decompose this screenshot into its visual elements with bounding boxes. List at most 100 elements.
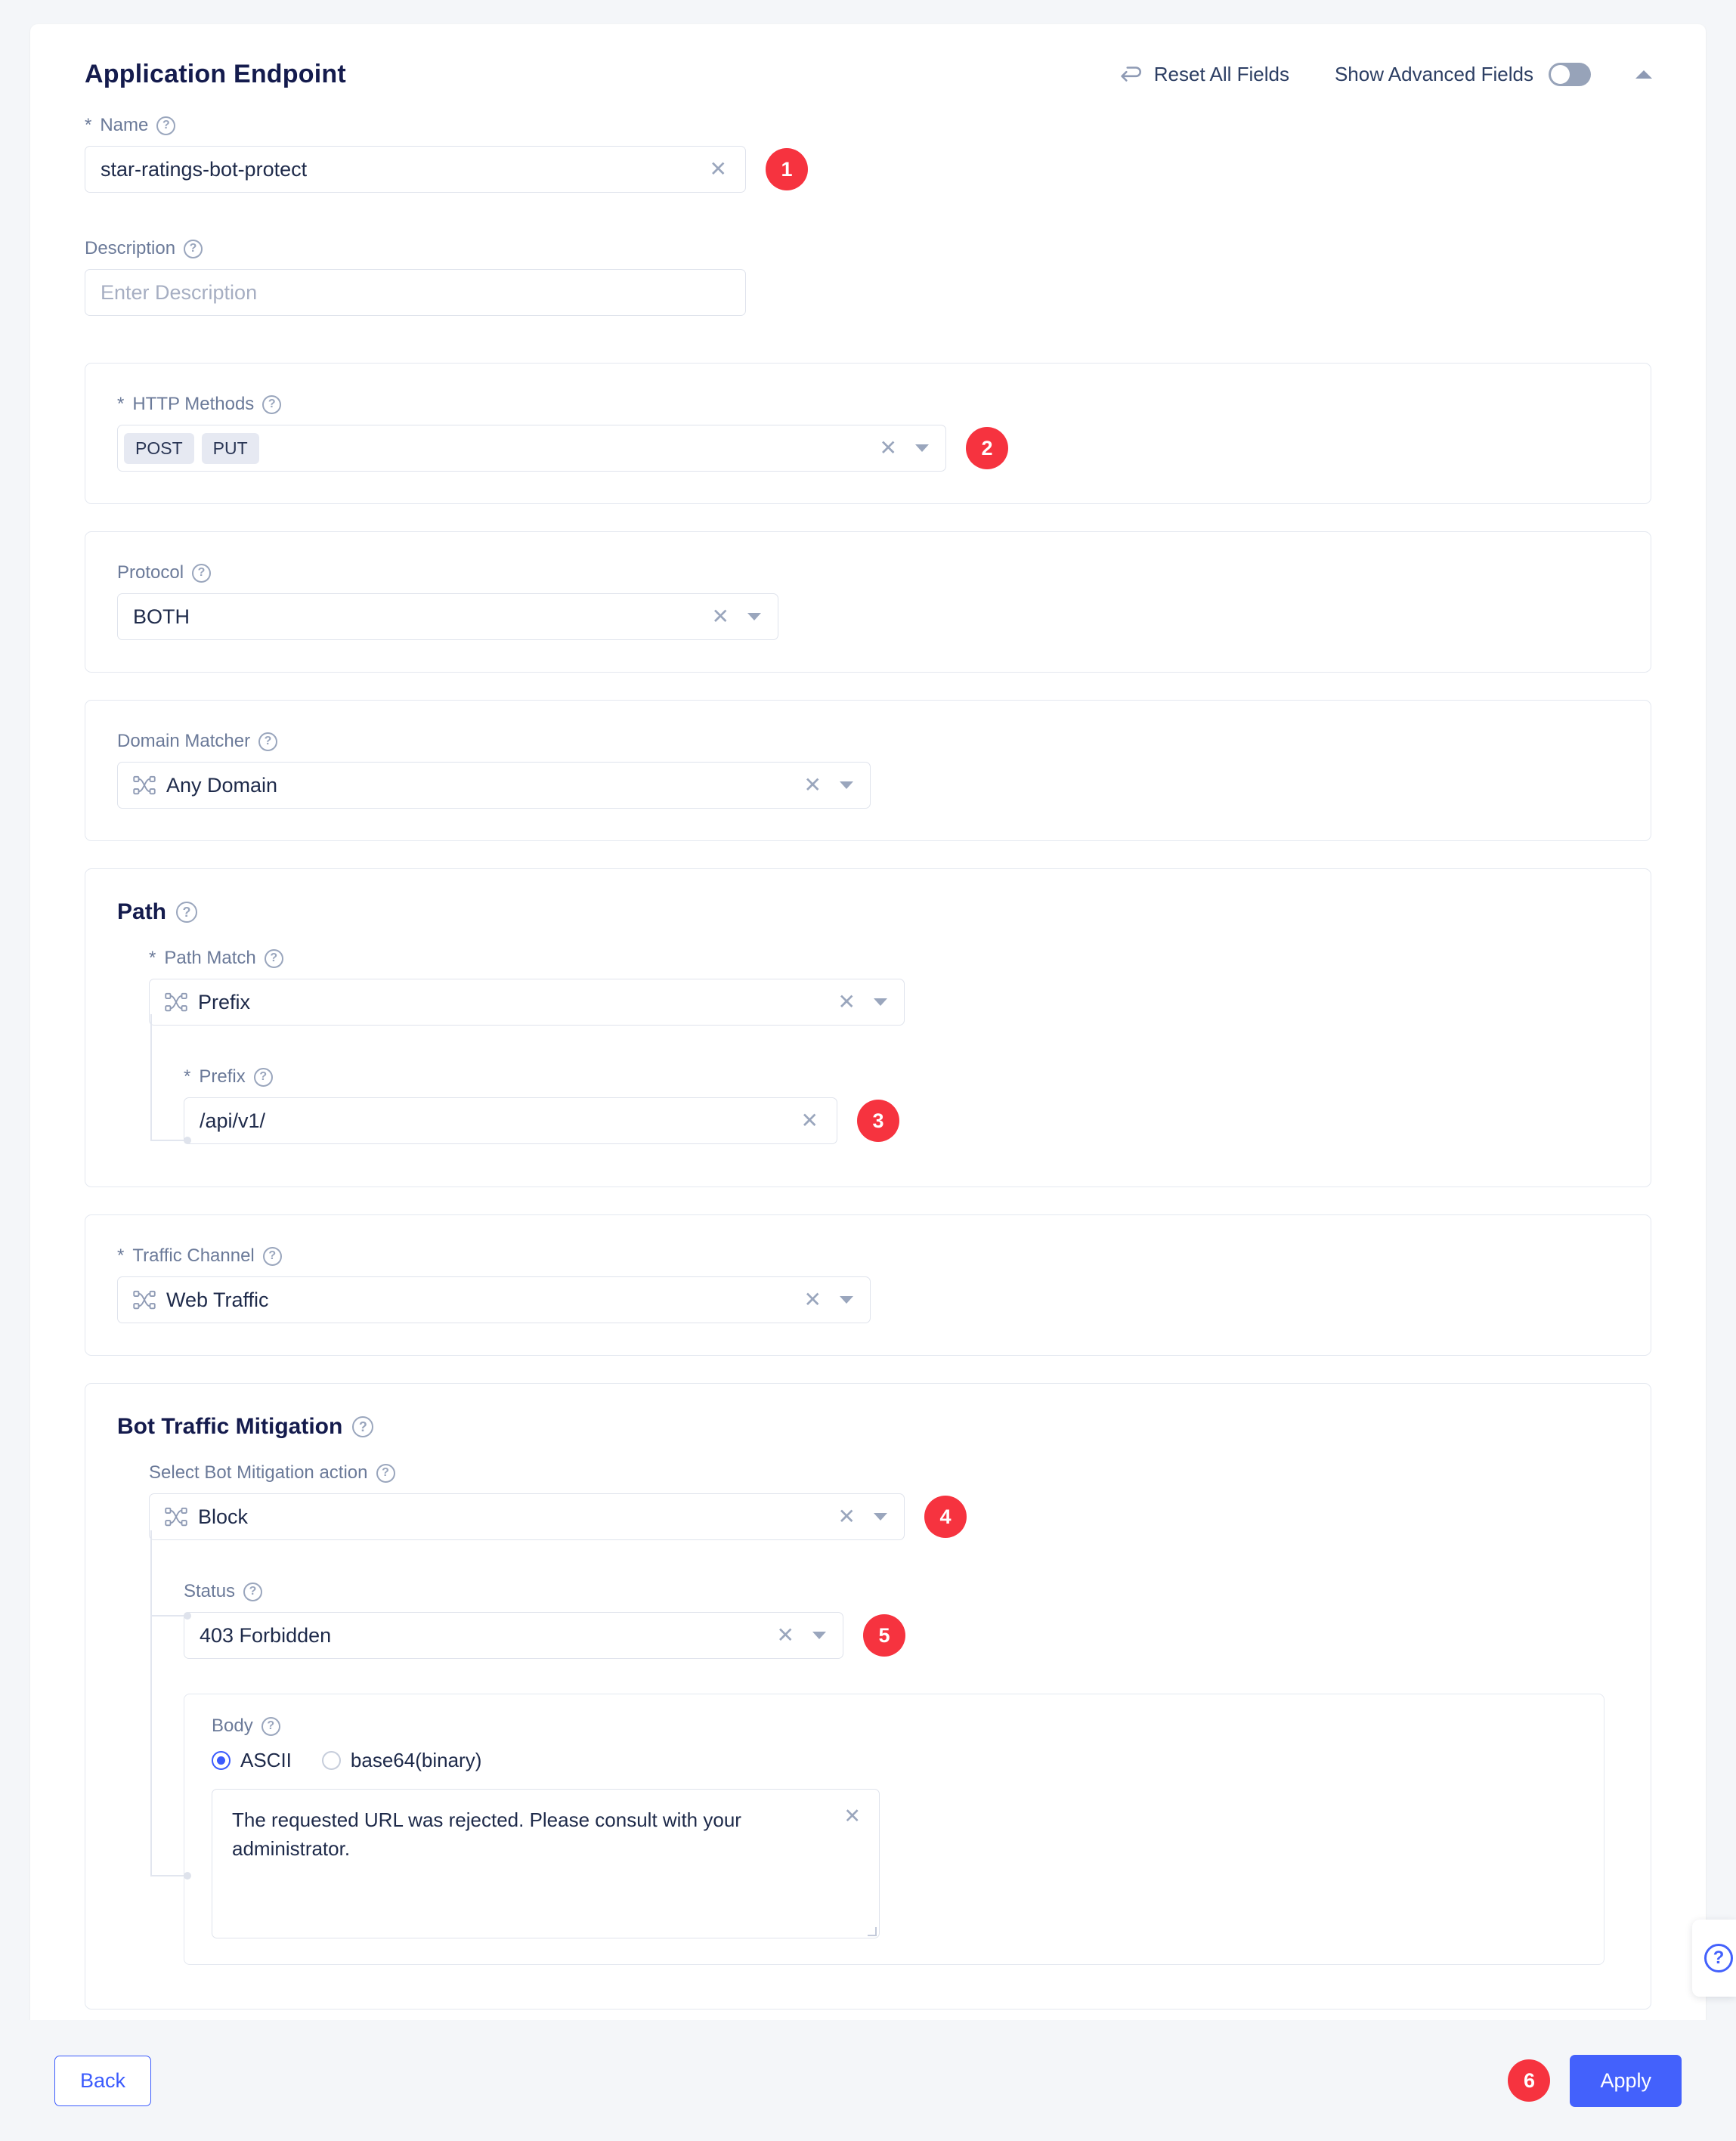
help-icon[interactable]: ? xyxy=(262,1246,282,1266)
help-icon[interactable]: ? xyxy=(156,116,176,135)
status-select[interactable]: 403 Forbidden ✕ xyxy=(184,1612,843,1659)
body-field-group: Body ? ASCII base64(binary) The requeste… xyxy=(149,1694,1619,1965)
bot-action-input-row: Block ✕ 4 xyxy=(149,1493,1619,1540)
question-mark-circle-icon: ? xyxy=(1704,1944,1733,1972)
tree-connector-branch xyxy=(150,1615,185,1617)
method-tag-post[interactable]: POST xyxy=(124,432,194,464)
body-encoding-base64-label: base64(binary) xyxy=(350,1749,482,1771)
bot-section-title: Bot Traffic Mitigation xyxy=(117,1414,343,1439)
back-button[interactable]: Back xyxy=(54,2055,152,2106)
step-badge-1: 1 xyxy=(766,148,808,190)
body-label: Body xyxy=(212,1716,253,1736)
step-badge-5: 5 xyxy=(863,1614,905,1657)
path-match-label: Path Match xyxy=(164,948,256,968)
chevron-down-icon[interactable] xyxy=(812,1632,826,1639)
description-label-row: Description ? xyxy=(85,238,1651,259)
chevron-down-icon[interactable] xyxy=(747,613,761,620)
chevron-up-icon xyxy=(1635,70,1652,79)
page-title: Application Endpoint xyxy=(85,59,346,88)
help-icon[interactable]: ? xyxy=(192,563,212,583)
clear-icon[interactable]: ✕ xyxy=(843,1805,861,1828)
http-methods-multiselect[interactable]: POST PUT ✕ xyxy=(117,425,946,472)
clear-icon[interactable]: ✕ xyxy=(834,992,860,1013)
node-graph-icon xyxy=(133,775,156,795)
prefix-required-mark: * xyxy=(184,1066,191,1087)
body-textarea[interactable]: The requested URL was rejected. Please c… xyxy=(212,1789,880,1938)
chevron-down-icon[interactable] xyxy=(874,1513,887,1521)
path-match-value: Prefix xyxy=(198,990,251,1013)
collapse-section-button[interactable] xyxy=(1629,59,1659,89)
step-badge-2: 2 xyxy=(966,427,1008,469)
http-methods-required-mark: * xyxy=(117,394,125,414)
traffic-channel-panel: * Traffic Channel ? Web Traffic ✕ xyxy=(85,1214,1651,1356)
name-field-group: * Name ? star-ratings-bot-protect ✕ 1 xyxy=(30,115,1706,193)
radio-unselected-icon xyxy=(321,1751,341,1770)
step-badge-3: 3 xyxy=(857,1100,899,1142)
tree-connector-branch xyxy=(150,1140,185,1141)
chevron-down-icon[interactable] xyxy=(840,781,853,789)
protocol-select[interactable]: BOTH ✕ xyxy=(117,593,778,640)
path-section-title-row: Path ? xyxy=(117,899,1619,925)
help-icon[interactable]: ? xyxy=(243,1582,263,1601)
resize-handle-icon[interactable] xyxy=(868,1927,877,1936)
traffic-channel-label: Traffic Channel xyxy=(132,1245,255,1266)
node-graph-icon xyxy=(165,992,187,1012)
card-body: Application Endpoint Reset All Fields Sh… xyxy=(30,24,1706,2040)
domain-matcher-panel: Domain Matcher ? Any Domain ✕ xyxy=(85,700,1651,841)
prefix-label-row: * Prefix ? xyxy=(184,1066,1619,1088)
show-advanced-fields-toggle[interactable] xyxy=(1549,62,1591,86)
prefix-input-value: /api/v1/ xyxy=(200,1109,266,1132)
clear-icon[interactable]: ✕ xyxy=(800,775,826,796)
method-tag-put[interactable]: PUT xyxy=(201,432,259,464)
traffic-channel-label-row: * Traffic Channel ? xyxy=(117,1245,1619,1267)
name-label: Name xyxy=(100,115,149,135)
name-input-value: star-ratings-bot-protect xyxy=(101,157,308,181)
description-input[interactable]: Enter Description xyxy=(85,269,746,316)
help-icon[interactable]: ? xyxy=(376,1463,395,1483)
help-icon[interactable]: ? xyxy=(258,732,278,751)
step-badge-6: 6 xyxy=(1508,2059,1551,2102)
help-icon[interactable]: ? xyxy=(184,239,203,258)
clear-icon[interactable]: ✕ xyxy=(705,159,732,180)
body-encoding-base64-radio[interactable]: base64(binary) xyxy=(321,1749,482,1772)
bot-section-title-row: Bot Traffic Mitigation ? xyxy=(117,1414,1619,1440)
status-label: Status xyxy=(184,1581,236,1601)
clear-icon[interactable]: ✕ xyxy=(707,606,734,627)
reset-all-fields-button[interactable]: Reset All Fields xyxy=(1118,61,1289,87)
http-methods-label: HTTP Methods xyxy=(132,394,255,414)
prefix-input[interactable]: /api/v1/ ✕ xyxy=(184,1097,837,1144)
help-tab-button[interactable]: ? xyxy=(1692,1920,1736,1997)
name-label-row: * Name ? xyxy=(85,115,1651,136)
bot-mitigation-action-select[interactable]: Block ✕ xyxy=(149,1493,905,1540)
clear-icon[interactable]: ✕ xyxy=(800,1289,826,1310)
tree-connector-dot xyxy=(184,1612,191,1620)
path-match-select[interactable]: Prefix ✕ xyxy=(149,979,905,1026)
chevron-down-icon[interactable] xyxy=(874,998,887,1006)
help-icon[interactable]: ? xyxy=(176,902,198,923)
chevron-down-icon[interactable] xyxy=(840,1296,853,1304)
apply-button[interactable]: Apply xyxy=(1570,2054,1682,2107)
clear-icon[interactable]: ✕ xyxy=(797,1110,823,1131)
clear-icon[interactable]: ✕ xyxy=(834,1506,860,1527)
show-advanced-fields-control[interactable]: Show Advanced Fields xyxy=(1334,62,1591,86)
body-encoding-ascii-radio[interactable]: ASCII xyxy=(212,1749,292,1772)
http-methods-input-row: POST PUT ✕ 2 xyxy=(117,425,1619,472)
domain-matcher-select[interactable]: Any Domain ✕ xyxy=(117,762,871,809)
bot-mitigation-action-value: Block xyxy=(198,1505,249,1528)
chevron-down-icon[interactable] xyxy=(915,444,929,452)
reset-all-fields-label: Reset All Fields xyxy=(1153,62,1289,85)
domain-matcher-label: Domain Matcher xyxy=(117,731,251,751)
help-icon[interactable]: ? xyxy=(264,948,283,968)
help-icon[interactable]: ? xyxy=(253,1067,273,1087)
traffic-channel-select[interactable]: Web Traffic ✕ xyxy=(117,1276,871,1323)
show-advanced-fields-label: Show Advanced Fields xyxy=(1334,62,1533,85)
help-icon[interactable]: ? xyxy=(261,1716,280,1736)
help-icon[interactable]: ? xyxy=(352,1416,374,1437)
help-icon[interactable]: ? xyxy=(262,394,282,414)
name-input[interactable]: star-ratings-bot-protect ✕ xyxy=(85,146,746,193)
domain-matcher-value: Any Domain xyxy=(166,773,278,797)
path-match-label-row: * Path Match ? xyxy=(149,948,1619,969)
clear-icon[interactable]: ✕ xyxy=(875,438,902,459)
bot-tree: Select Bot Mitigation action ? Block ✕ 4… xyxy=(117,1462,1619,1965)
clear-icon[interactable]: ✕ xyxy=(772,1625,799,1646)
